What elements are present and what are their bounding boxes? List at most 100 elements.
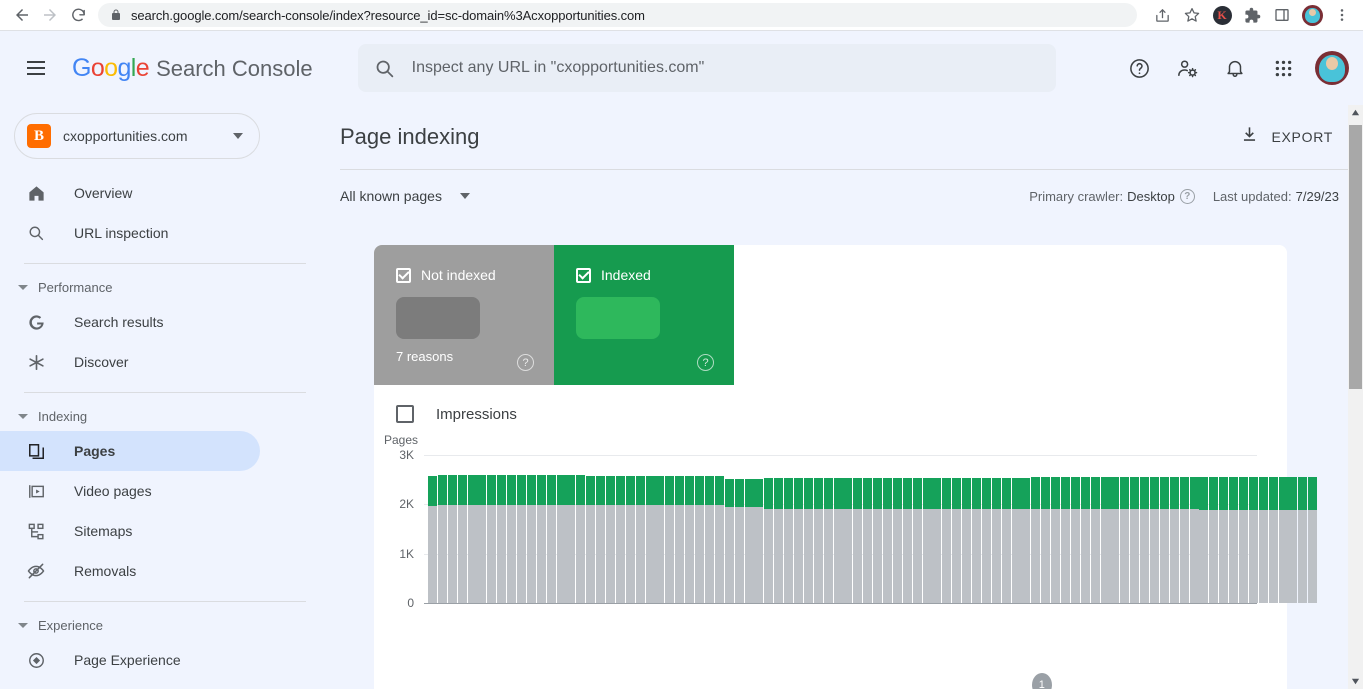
- sidebar-item-overview[interactable]: Overview: [0, 173, 260, 213]
- chart-bar[interactable]: [1199, 455, 1208, 603]
- chart-bar[interactable]: [557, 455, 566, 603]
- chart-bar[interactable]: [745, 455, 754, 603]
- chart-bar[interactable]: [576, 455, 585, 603]
- chart-bar[interactable]: [794, 455, 803, 603]
- apps-grid-icon[interactable]: [1263, 48, 1303, 88]
- chart-bar[interactable]: [754, 455, 763, 603]
- chart-bar[interactable]: [824, 455, 833, 603]
- account-settings-icon[interactable]: [1167, 48, 1207, 88]
- status-card-indexed[interactable]: Indexed ?: [554, 245, 734, 385]
- chart-bar[interactable]: [814, 455, 823, 603]
- chart-bar[interactable]: [903, 455, 912, 603]
- indexed-checkbox[interactable]: [576, 268, 591, 283]
- chart-bar[interactable]: [982, 455, 991, 603]
- chart-bar[interactable]: [695, 455, 704, 603]
- chart-bar[interactable]: [1051, 455, 1060, 603]
- chart-bar[interactable]: [636, 455, 645, 603]
- chart-bar[interactable]: [1209, 455, 1218, 603]
- chart-bar[interactable]: [675, 455, 684, 603]
- chart-bar[interactable]: [1229, 455, 1238, 603]
- chart-bar[interactable]: [487, 455, 496, 603]
- chart-bar[interactable]: [962, 455, 971, 603]
- chart-bar[interactable]: [1160, 455, 1169, 603]
- chart-bar[interactable]: [586, 455, 595, 603]
- page-filter-dropdown[interactable]: All known pages: [340, 188, 470, 204]
- chart-bar[interactable]: [774, 455, 783, 603]
- user-avatar[interactable]: [1315, 51, 1349, 85]
- sidebar-item-discover[interactable]: Discover: [0, 342, 260, 382]
- sidebar-item-url-inspection[interactable]: URL inspection: [0, 213, 260, 253]
- side-panel-icon[interactable]: [1269, 2, 1295, 28]
- scrollbar-thumb[interactable]: [1349, 125, 1362, 389]
- sidebar-section-experience[interactable]: Experience: [0, 610, 330, 640]
- chart-annotation-marker[interactable]: 1: [1032, 673, 1052, 689]
- chart-bar[interactable]: [596, 455, 605, 603]
- chart-bar[interactable]: [1041, 455, 1050, 603]
- not-indexed-checkbox[interactable]: [396, 268, 411, 283]
- chart-bar[interactable]: [1279, 455, 1288, 603]
- chart-bar[interactable]: [764, 455, 773, 603]
- chart-bar[interactable]: [1249, 455, 1258, 603]
- chart-bar[interactable]: [477, 455, 486, 603]
- share-icon[interactable]: [1149, 2, 1175, 28]
- chart-bar[interactable]: [1219, 455, 1228, 603]
- chart-bar[interactable]: [893, 455, 902, 603]
- sidebar-item-search-results[interactable]: Search results: [0, 302, 260, 342]
- chart-bar[interactable]: [665, 455, 674, 603]
- chart-bar[interactable]: [715, 455, 724, 603]
- chart-bar[interactable]: [1071, 455, 1080, 603]
- chart-bar[interactable]: [507, 455, 516, 603]
- chart-bar[interactable]: [853, 455, 862, 603]
- browser-profile-avatar[interactable]: [1299, 2, 1325, 28]
- chart-bar[interactable]: [705, 455, 714, 603]
- scroll-up-icon[interactable]: [1348, 105, 1363, 120]
- puzzle-extension-icon[interactable]: [1239, 2, 1265, 28]
- chart-bar[interactable]: [1180, 455, 1189, 603]
- chart-bar[interactable]: [468, 455, 477, 603]
- chart-bar[interactable]: [497, 455, 506, 603]
- chart-bar[interactable]: [1021, 455, 1030, 603]
- chart-bar[interactable]: [834, 455, 843, 603]
- chart-bar[interactable]: [626, 455, 635, 603]
- chart-bar[interactable]: [913, 455, 922, 603]
- chart-bar[interactable]: [616, 455, 625, 603]
- chart-bar[interactable]: [972, 455, 981, 603]
- sidebar-section-indexing[interactable]: Indexing: [0, 401, 330, 431]
- chart-bar[interactable]: [1061, 455, 1070, 603]
- help-icon[interactable]: ?: [1180, 189, 1195, 204]
- chart-bar[interactable]: [1308, 455, 1317, 603]
- scroll-down-icon[interactable]: [1348, 674, 1363, 689]
- chart-bar[interactable]: [1150, 455, 1159, 603]
- chart-bar[interactable]: [1101, 455, 1110, 603]
- sidebar-item-pages[interactable]: Pages: [0, 431, 260, 471]
- chart-bar[interactable]: [685, 455, 694, 603]
- chart-bar[interactable]: [1259, 455, 1268, 603]
- help-icon[interactable]: [1119, 48, 1159, 88]
- chart-bar[interactable]: [1081, 455, 1090, 603]
- impressions-checkbox[interactable]: [396, 405, 414, 423]
- chart-bar[interactable]: [784, 455, 793, 603]
- sidebar-section-performance[interactable]: Performance: [0, 272, 330, 302]
- chart-bar[interactable]: [1091, 455, 1100, 603]
- chart-bar[interactable]: [527, 455, 536, 603]
- three-dot-menu-icon[interactable]: [1329, 2, 1355, 28]
- url-inspection-search[interactable]: [358, 44, 1056, 92]
- chart-bar[interactable]: [1170, 455, 1179, 603]
- address-bar[interactable]: search.google.com/search-console/index?r…: [98, 3, 1137, 27]
- chart-bar[interactable]: [843, 455, 852, 603]
- chart-bar[interactable]: [1190, 455, 1199, 603]
- chart-bar[interactable]: [942, 455, 951, 603]
- chart-bar[interactable]: [725, 455, 734, 603]
- chart-bar[interactable]: [735, 455, 744, 603]
- hamburger-menu-icon[interactable]: [18, 50, 54, 86]
- sidebar-item-page-experience[interactable]: Page Experience: [0, 640, 260, 680]
- help-icon[interactable]: ?: [697, 354, 714, 371]
- chart-bar[interactable]: [566, 455, 575, 603]
- chart-bar[interactable]: [428, 455, 437, 603]
- back-arrow-icon[interactable]: [8, 1, 36, 29]
- chart-bar[interactable]: [1031, 455, 1040, 603]
- extension-badge-k-icon[interactable]: K: [1209, 2, 1235, 28]
- chart-bar[interactable]: [448, 455, 457, 603]
- chart-bar[interactable]: [863, 455, 872, 603]
- chart-bar[interactable]: [1288, 455, 1297, 603]
